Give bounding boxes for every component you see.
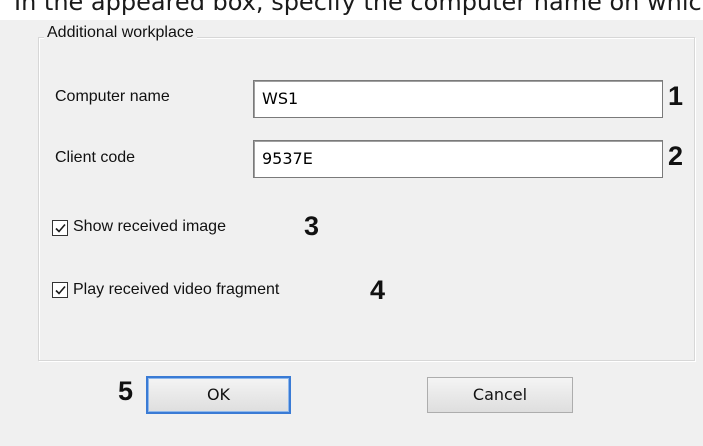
cancel-button[interactable]: Cancel bbox=[427, 377, 573, 413]
play-video-label[interactable]: Play received video fragment bbox=[73, 281, 279, 299]
additional-workplace-dialog: Additional workplace Computer name WS1 1… bbox=[0, 20, 703, 446]
show-image-checkbox[interactable] bbox=[52, 220, 68, 236]
callout-3: 3 bbox=[304, 211, 320, 241]
caption-text: In the appeared box, specify the compute… bbox=[14, 0, 703, 16]
checkmark-icon bbox=[55, 285, 66, 295]
callout-2: 2 bbox=[668, 141, 684, 171]
show-image-label[interactable]: Show received image bbox=[73, 218, 226, 236]
callout-1: 1 bbox=[668, 81, 684, 111]
checkmark-icon bbox=[55, 223, 66, 233]
group-title: Additional workplace bbox=[44, 24, 197, 42]
play-video-checkbox[interactable] bbox=[52, 282, 68, 298]
callout-5: 5 bbox=[118, 376, 134, 406]
client-code-label: Client code bbox=[55, 149, 136, 166]
computer-name-label: Computer name bbox=[55, 88, 170, 105]
instruction-caption: In the appeared box, specify the compute… bbox=[0, 0, 703, 20]
computer-name-input[interactable]: WS1 bbox=[253, 80, 663, 118]
client-code-input[interactable]: 9537E bbox=[253, 140, 663, 178]
callout-4: 4 bbox=[370, 275, 386, 305]
ok-button[interactable]: OK bbox=[146, 376, 291, 414]
